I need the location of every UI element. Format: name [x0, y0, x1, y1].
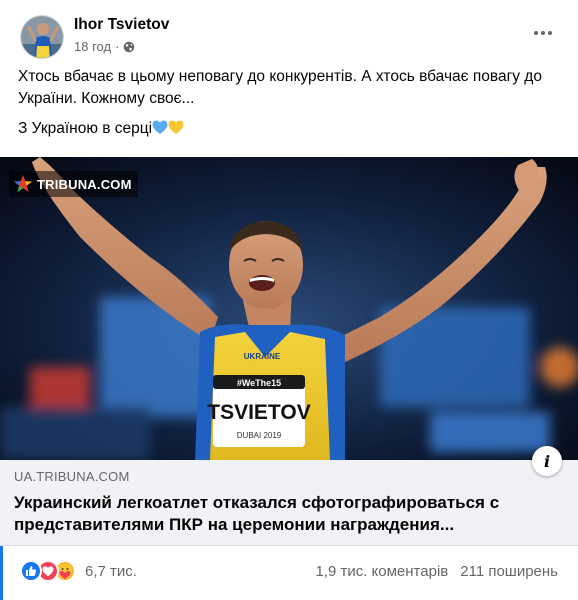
reaction-count[interactable]: 6,7 тис.: [85, 563, 137, 580]
svg-text:TSVIETOV: TSVIETOV: [207, 401, 310, 424]
star-logo-icon: [14, 175, 32, 192]
avatar[interactable]: [20, 15, 64, 59]
yellow-heart-icon: [168, 120, 184, 135]
more-dots-icon[interactable]: [528, 18, 558, 48]
comments-count[interactable]: 1,9 тис. коментарів: [315, 563, 448, 580]
post-time[interactable]: 18 год: [74, 39, 111, 54]
link-headline[interactable]: Украинский легкоатлет отказался сфотогра…: [14, 492, 524, 536]
watermark-text: TRIBUNA.COM: [37, 176, 132, 192]
tribuna-watermark: TRIBUNA.COM: [9, 171, 138, 197]
shares-count[interactable]: 211 поширень: [460, 563, 558, 580]
post-header: Ihor Tsvietov 18 год ·: [14, 12, 564, 62]
author-name[interactable]: Ihor Tsvietov: [74, 16, 169, 34]
reactions[interactable]: 6,7 тис.: [20, 560, 137, 582]
post-text-line-1: Хтось вбачає в цьому неповагу до конкуре…: [18, 68, 542, 107]
link-preview[interactable]: UA.TRIBUNA.COM Украинский легкоатлет отк…: [0, 446, 578, 546]
svg-text:UKRAINE: UKRAINE: [244, 352, 281, 361]
link-domain[interactable]: UA.TRIBUNA.COM: [14, 469, 129, 484]
post-footer: 6,7 тис. 1,9 тис. коментарів 211 поширен…: [0, 546, 578, 600]
meta-separator: ·: [115, 39, 120, 54]
info-icon[interactable]: i: [532, 446, 562, 476]
post-text-line-2: З Україною в серці: [18, 118, 563, 140]
post-meta: 18 год ·: [74, 39, 135, 54]
svg-text:#WeThe15: #WeThe15: [237, 378, 281, 388]
facebook-post: Ihor Tsvietov 18 год · Хтось вбачає в ць…: [0, 0, 578, 600]
svg-text:DUBAI 2019: DUBAI 2019: [237, 431, 282, 440]
like-reaction-icon: [20, 560, 42, 582]
blue-heart-icon: [152, 120, 168, 135]
post-stats: 1,9 тис. коментарів 211 поширень: [315, 563, 558, 580]
post-text: Хтось вбачає в цьому неповагу до конкуре…: [18, 66, 563, 148]
globe-icon[interactable]: [123, 41, 135, 53]
post-photo[interactable]: #WeThe15 TSVIETOV DUBAI 2019 UKRAINE: [0, 157, 578, 460]
